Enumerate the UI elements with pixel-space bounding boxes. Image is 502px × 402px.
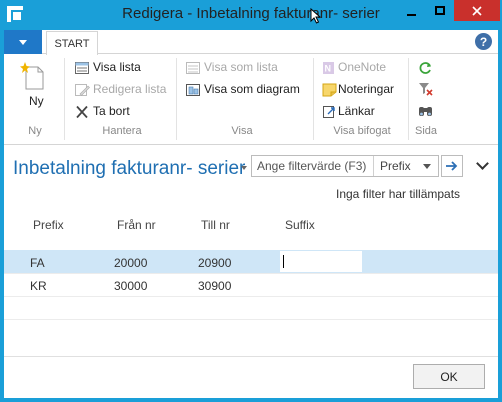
chart-icon — [186, 84, 200, 96]
row-divider — [4, 273, 498, 274]
group-label-visa: Visa — [231, 125, 253, 137]
tab-start[interactable]: START — [46, 31, 98, 55]
ok-button[interactable]: OK — [413, 364, 485, 389]
ribbon-separator — [408, 58, 409, 140]
edit-list-icon — [75, 84, 90, 96]
ribbon-separator — [176, 58, 177, 140]
visa-som-diagram-label: Visa som diagram — [204, 82, 300, 96]
onenote-icon: N — [323, 62, 334, 74]
column-header-fran-nr[interactable]: Från nr — [117, 218, 156, 232]
maximize-icon — [435, 6, 445, 15]
filter-field-select[interactable]: Prefix — [380, 159, 411, 173]
filter-input[interactable] — [253, 156, 371, 176]
onenote-label: OneNote — [338, 60, 387, 74]
row-divider — [4, 319, 498, 320]
cell-from[interactable]: 30000 — [114, 279, 147, 293]
close-icon — [472, 5, 482, 16]
group-label-visa-bifogat: Visa bifogat — [333, 125, 391, 137]
cell-suffix-editor[interactable] — [279, 250, 363, 273]
group-label-hantera: Hantera — [102, 125, 142, 137]
chevron-down-icon[interactable] — [423, 164, 431, 169]
column-header-till-nr[interactable]: Till nr — [201, 218, 230, 232]
ta-bort-label: Ta bort — [93, 104, 130, 118]
new-document-icon — [20, 62, 44, 90]
note-icon — [322, 83, 337, 97]
file-menu-button[interactable] — [4, 30, 42, 54]
minimize-icon — [406, 13, 416, 16]
list-view-icon — [75, 62, 89, 74]
column-header-prefix[interactable]: Prefix — [33, 218, 64, 232]
delete-icon — [76, 105, 88, 119]
mouse-cursor-icon — [310, 8, 321, 24]
filter-status: Inga filter har tillämpats — [336, 187, 461, 201]
clear-filter-icon[interactable] — [418, 82, 433, 96]
visa-lista-label: Visa lista — [93, 60, 141, 74]
lankar-label: Länkar — [338, 104, 375, 118]
group-label-ny: Ny — [28, 125, 42, 137]
onenote-button[interactable]: N OneNote — [322, 60, 402, 76]
apply-filter-button[interactable] — [441, 155, 463, 177]
visa-som-lista-label: Visa som lista — [204, 60, 278, 74]
text-cursor — [283, 255, 284, 268]
visa-som-diagram-button[interactable]: Visa som diagram — [186, 82, 304, 98]
new-button-label: Ny — [29, 94, 44, 108]
close-button[interactable] — [454, 0, 500, 21]
ribbon-separator — [64, 58, 65, 140]
cell-prefix[interactable]: FA — [30, 256, 45, 270]
redigera-lista-button[interactable]: Redigera lista — [75, 82, 170, 98]
group-label-sida: Sida — [414, 125, 438, 137]
column-header-suffix[interactable]: Suffix — [285, 218, 315, 232]
refresh-icon[interactable] — [418, 61, 433, 75]
table-row[interactable] — [4, 250, 498, 273]
row-divider — [4, 296, 498, 297]
page-title: Inbetalning fakturanr- serier — [13, 158, 246, 179]
cell-to[interactable]: 20900 — [198, 256, 231, 270]
minimize-button[interactable] — [397, 0, 425, 21]
cell-prefix[interactable]: KR — [30, 279, 47, 293]
noteringar-label: Noteringar — [338, 82, 395, 96]
triangle-down-icon — [19, 39, 27, 45]
svg-text:N: N — [325, 64, 332, 74]
help-icon[interactable]: ? — [475, 33, 492, 50]
cell-to[interactable]: 30900 — [198, 279, 231, 293]
visa-lista-button[interactable]: Visa lista — [75, 60, 170, 76]
maximize-button[interactable] — [427, 0, 453, 21]
ribbon-separator — [313, 58, 314, 140]
link-icon — [323, 106, 335, 118]
find-icon[interactable] — [418, 104, 433, 118]
redigera-lista-label: Redigera lista — [93, 82, 167, 96]
visa-som-lista-button[interactable]: Visa som lista — [186, 60, 296, 76]
list-icon — [186, 62, 200, 74]
arrow-right-icon — [446, 161, 458, 171]
noteringar-button[interactable]: Noteringar — [322, 82, 402, 98]
filter-divider — [373, 156, 374, 176]
caret-down-icon[interactable] — [241, 166, 247, 170]
lankar-button[interactable]: Länkar — [322, 104, 402, 120]
cell-from[interactable]: 20000 — [114, 256, 147, 270]
ta-bort-button[interactable]: Ta bort — [75, 104, 170, 120]
